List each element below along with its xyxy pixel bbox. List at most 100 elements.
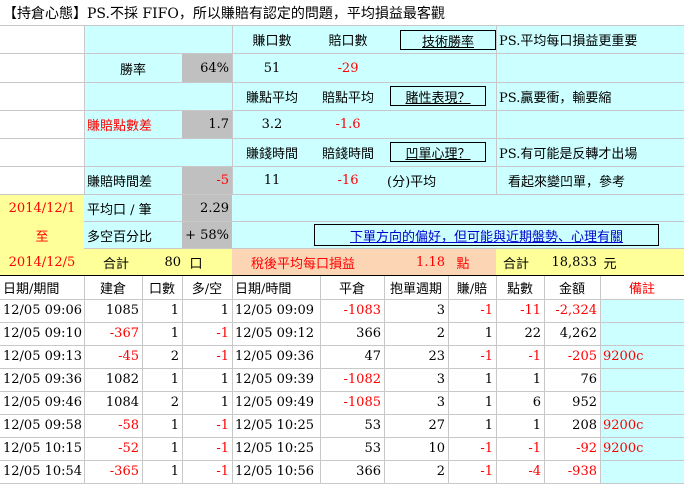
table-cell-remark: 9200c (603, 349, 644, 364)
table-cell-close-price: 366 (356, 464, 381, 479)
date-to: 2014/12/5 (8, 254, 76, 270)
column-header-win-lose: 賺/賠 (456, 282, 488, 297)
table-cell-remark (600, 460, 684, 483)
skill-winrate-button[interactable]: 技術勝率 (400, 30, 496, 50)
table-cell-win-lose: 1 (484, 418, 493, 433)
table-cell-date-close: 12/05 10:25 (235, 441, 315, 456)
table-cell-remark (600, 368, 684, 391)
table-cell-hold-period: 2 (436, 464, 445, 479)
table-cell-date-close: 12/05 09:36 (235, 349, 315, 364)
column-header-open-price: 建倉 (99, 282, 126, 297)
column-header-hold-period: 抱單週期 (389, 282, 442, 297)
table-cell-win-lose: -1 (480, 349, 493, 364)
table-cell-close-price: 47 (364, 349, 381, 364)
table-cell-lots: 1 (170, 326, 179, 341)
performance-label: 賭性表現？ (405, 90, 471, 106)
table-cell-date-open: 12/05 09:58 (3, 418, 83, 433)
lose-time-value: -16 (337, 173, 359, 188)
table-cell-date-open: 12/05 09:36 (3, 372, 83, 387)
lose-pts-avg-label: 賠點平均 (321, 91, 374, 106)
table-cell-points: 22 (524, 326, 541, 341)
pts-diff-value: 1.7 (182, 111, 232, 138)
table-cell-hold-period: 2 (436, 326, 445, 341)
table-cell-remark (600, 322, 684, 345)
table-cell-win-lose: 1 (484, 372, 493, 387)
table-cell-direction: -1 (216, 464, 229, 479)
column-header-date-open: 日期/期間 (3, 282, 60, 297)
table-cell-direction: 1 (220, 372, 229, 387)
column-header-points: 點數 (506, 282, 533, 297)
table-cell-lots: 1 (170, 441, 179, 456)
trade-table: 日期/期間 建倉 口數 多/空 日期/時間 平倉 抱單週期 賺/賠 點數 金額 備註 12/05 09… (0, 276, 684, 484)
sheet-title: 【持倉心態】PS.不採 FIFO，所以賺賠有認定的問題，平均損益最客觀 (3, 5, 445, 22)
minute-avg-label: (分)平均 (387, 175, 437, 190)
table-cell-amount: 76 (580, 372, 597, 387)
winrate-label: 勝率 (119, 62, 146, 78)
table-cell-amount: -92 (576, 441, 597, 456)
psych-label: 凹單心理？ (405, 146, 471, 162)
table-cell-lots: 1 (170, 464, 179, 479)
table-cell-open-price: 1084 (105, 395, 139, 410)
table-cell-points: -11 (520, 303, 541, 318)
column-header-close-price: 平倉 (338, 282, 365, 297)
table-cell-open-price: -45 (118, 349, 139, 364)
table-cell-close-price: -1085 (343, 395, 381, 410)
win-count-label: 賺口數 (252, 34, 292, 49)
table-cell-close-price: 53 (364, 418, 381, 433)
win-time-value: 11 (263, 173, 281, 188)
table-cell-remark: 9200c (603, 441, 644, 456)
table-cell-win-lose: -1 (480, 464, 493, 479)
spreadsheet: 【持倉心態】PS.不採 FIFO，所以賺賠有認定的問題，平均損益最客觀 賺口數 … (0, 0, 684, 484)
table-cell-date-open: 12/05 09:06 (3, 303, 83, 318)
after-tax-label: 稅後平均每口損益 (251, 256, 356, 272)
table-cell-direction: -1 (216, 441, 229, 456)
performance-button[interactable]: 賭性表現？ (390, 86, 486, 106)
total-lots: 80 (164, 254, 181, 270)
table-cell-win-lose: 1 (484, 326, 493, 341)
long-short-label: 多空百分比 (87, 229, 153, 245)
avg-per-lot-label: 平均口 / 筆 (87, 202, 152, 218)
table-cell-date-close: 12/05 09:39 (235, 372, 315, 387)
note-win-lose: PS.贏要衝，輸要縮 (499, 91, 612, 106)
table-cell-hold-period: 23 (428, 349, 445, 364)
point-unit: 點 (456, 256, 470, 272)
table-cell-open-price: -58 (118, 418, 139, 433)
table-cell-date-close: 12/05 10:25 (235, 418, 315, 433)
total-label: 合計 (103, 256, 130, 272)
psych-button[interactable]: 凹單心理？ (390, 142, 486, 162)
table-cell-points: 1 (532, 372, 541, 387)
table-cell-amount: -938 (567, 464, 597, 479)
table-cell-win-lose: 1 (484, 395, 493, 410)
table-cell-close-price: 53 (364, 441, 381, 456)
long-short-value: + 58% (182, 222, 232, 248)
table-cell-remark: 9200c (603, 418, 644, 433)
table-cell-lots: 2 (170, 395, 179, 410)
table-cell-win-lose: -1 (480, 441, 493, 456)
lot-unit: 口 (189, 256, 203, 272)
column-header-remark: 備註 (628, 282, 655, 297)
total-label-2: 合計 (503, 256, 530, 272)
column-header-amount: 金額 (558, 282, 585, 297)
total-amount: 18,833 (551, 254, 598, 270)
table-cell-close-price: 366 (356, 326, 381, 341)
table-cell-date-close: 12/05 09:09 (235, 303, 315, 318)
table-cell-date-open: 12/05 10:54 (3, 464, 83, 479)
table-cell-points: -1 (528, 349, 541, 364)
lose-pts-avg-value: -1.6 (335, 117, 361, 132)
table-cell-open-price: -367 (109, 326, 139, 341)
to-label: 至 (35, 229, 49, 245)
table-cell-remark (600, 299, 684, 322)
table-cell-date-open: 12/05 10:15 (3, 441, 83, 456)
table-cell-amount: 208 (572, 418, 597, 433)
table-cell-hold-period: 3 (436, 372, 445, 387)
table-cell-lots: 1 (170, 303, 179, 318)
currency-unit: 元 (603, 256, 617, 272)
table-cell-open-price: 1085 (105, 303, 139, 318)
lose-count-label: 賠口數 (328, 34, 368, 49)
bias-link-button[interactable]: 下單方向的偏好，但可能與近期盤勢、心理有關 (314, 224, 659, 246)
table-cell-direction: 1 (220, 395, 229, 410)
table-cell-remark (600, 391, 684, 414)
table-cell-amount: 4,262 (559, 326, 597, 341)
pts-diff-label: 賺賠點數差 (87, 119, 153, 134)
table-cell-date-close: 12/05 09:49 (235, 395, 315, 410)
